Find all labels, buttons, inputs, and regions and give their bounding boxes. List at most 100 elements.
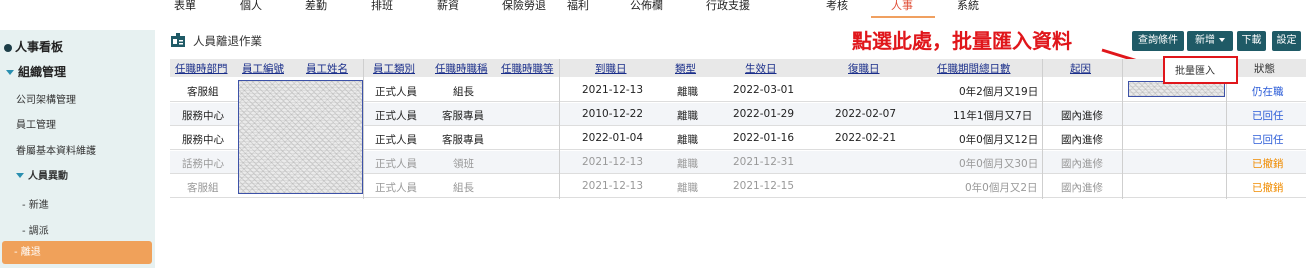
nav-bulletin[interactable]: 公佈欄 — [630, 0, 663, 18]
cell-dept: 客服組 — [187, 86, 219, 98]
query-button[interactable]: 查詢條件 — [1132, 31, 1184, 51]
cell-title: 組長 — [453, 182, 474, 194]
cell-type: 正式人員 — [375, 182, 417, 194]
column-divider — [1122, 59, 1123, 199]
cell-dept: 服務中心 — [182, 110, 224, 122]
cell-type: 正式人員 — [375, 134, 417, 146]
th-emp-no[interactable]: 員工編號 — [242, 61, 284, 76]
cell-status[interactable]: 已撤銷 — [1252, 156, 1284, 171]
cell-effective: 2022-03-01 — [733, 84, 795, 96]
th-return[interactable]: 復職日 — [848, 61, 880, 76]
page-title: 人員離退作業 — [193, 34, 262, 48]
cell-reason: 國內進修 — [1061, 134, 1103, 146]
add-button[interactable]: 新增 — [1187, 31, 1233, 51]
nav-appraisal[interactable]: 考核 — [826, 0, 848, 18]
th-status: 狀態 — [1254, 63, 1275, 75]
cell-title: 組長 — [453, 86, 474, 98]
th-emp-name[interactable]: 員工姓名 — [306, 61, 348, 76]
cell-kind: 離職 — [677, 110, 698, 122]
cell-reason: 國內進修 — [1061, 158, 1103, 170]
nav-salary[interactable]: 薪資 — [437, 0, 459, 18]
th-reason[interactable]: 起因 — [1070, 61, 1091, 76]
th-dept[interactable]: 任職時部門 — [175, 61, 228, 76]
th-effective[interactable]: 生效日 — [745, 61, 777, 76]
column-divider — [559, 59, 560, 199]
sidebar-item-dependents[interactable]: 眷屬基本資料維護 — [16, 142, 171, 157]
cell-dept: 客服組 — [187, 182, 219, 194]
cell-kind: 離職 — [677, 158, 698, 170]
sidebar-section-hr-board[interactable]: 人事看板 — [4, 38, 159, 55]
caret-down-icon — [1219, 38, 1225, 42]
redacted-employee-info — [238, 80, 363, 194]
cell-effective: 2022-01-29 — [733, 108, 795, 120]
th-grade[interactable]: 任職時職等 — [501, 61, 554, 76]
column-divider — [363, 59, 364, 199]
sidebar-group-label: 組織管理 — [18, 65, 67, 79]
sidebar-item-transfer[interactable]: - 調派 — [22, 222, 177, 237]
nav-scheduling[interactable]: 排班 — [371, 0, 393, 18]
cell-days: 11年1個月又7日 — [953, 110, 1033, 122]
cell-reason: 國內進修 — [1061, 110, 1103, 122]
sidebar-item-resignation[interactable]: - 離退 — [2, 241, 152, 264]
cell-effective: 2022-01-16 — [733, 132, 795, 144]
chevron-down-icon — [16, 173, 24, 178]
sidebar-group-org[interactable]: 組織管理 — [6, 63, 161, 80]
cell-effective: 2021-12-31 — [733, 156, 795, 168]
cell-dept: 話務中心 — [182, 158, 224, 170]
download-button[interactable]: 下載 — [1237, 31, 1266, 51]
sidebar-section-label: 人事看板 — [15, 40, 64, 54]
nav-forms[interactable]: 表單 — [174, 0, 196, 18]
cell-kind: 離職 — [677, 86, 698, 98]
cell-kind: 離職 — [677, 134, 698, 146]
cell-effective: 2021-12-15 — [733, 180, 795, 192]
menu-item-batch-import[interactable]: 批量匯入 — [1175, 62, 1215, 77]
nav-admin-support[interactable]: 行政支援 — [706, 0, 750, 18]
chevron-down-icon — [6, 70, 14, 75]
cell-hire: 2021-12-13 — [582, 84, 644, 96]
cell-title: 客服專員 — [442, 134, 484, 146]
cell-hire: 2022-01-04 — [582, 132, 644, 144]
nav-active-underline — [871, 16, 935, 18]
id-card-icon — [171, 33, 185, 47]
th-emp-type[interactable]: 員工類別 — [373, 61, 415, 76]
annotation-callout: 點選此處，批量匯入資料 — [852, 29, 1072, 53]
add-dropdown-menu: 批量匯入 — [1163, 56, 1238, 84]
cell-days: 0年2個月又19日 — [959, 86, 1039, 98]
cell-status[interactable]: 已回任 — [1252, 132, 1284, 147]
th-hire-date[interactable]: 到職日 — [595, 61, 627, 76]
cell-days: 0年0個月又30日 — [959, 158, 1039, 170]
sidebar-subgroup-label: 人員異動 — [28, 171, 68, 182]
cell-type: 正式人員 — [375, 86, 417, 98]
cell-status[interactable]: 已回任 — [1252, 108, 1284, 123]
cell-hire: 2010-12-22 — [582, 108, 644, 120]
sidebar-subgroup-changes[interactable]: 人員異動 — [16, 167, 171, 182]
cell-status[interactable]: 仍在職 — [1252, 84, 1284, 99]
top-nav: 表單 個人 差勤 排班 薪資 保險勞退 福利 公佈欄 行政支援 考核 人事 系統 — [0, 0, 1306, 18]
sidebar-item-org-structure[interactable]: 公司架構管理 — [16, 91, 171, 106]
sidebar: 人事看板 組織管理 公司架構管理 員工管理 眷屬基本資料維護 人員異動 - 新進… — [0, 30, 155, 268]
settings-button[interactable]: 設定 — [1272, 31, 1301, 51]
sidebar-item-employees[interactable]: 員工管理 — [16, 116, 171, 131]
nav-system[interactable]: 系統 — [957, 0, 979, 18]
cell-dept: 服務中心 — [182, 134, 224, 146]
cell-return: 2022-02-21 — [835, 132, 897, 144]
th-title[interactable]: 任職時職稱 — [435, 61, 488, 76]
nav-welfare[interactable]: 福利 — [567, 0, 589, 18]
cell-type: 正式人員 — [375, 110, 417, 122]
table-header: 任職時部門 員工編號 員工姓名 員工類別 任職時職稱 任職時職等 到職日 類型 … — [170, 59, 1306, 77]
cell-status[interactable]: 已撤銷 — [1252, 180, 1284, 195]
cell-days: 0年0個月又2日 — [965, 182, 1038, 194]
nav-personal[interactable]: 個人 — [240, 0, 262, 18]
th-kind[interactable]: 類型 — [675, 61, 696, 76]
cell-reason: 國內進修 — [1061, 182, 1103, 194]
cell-kind: 離職 — [677, 182, 698, 194]
nav-attendance[interactable]: 差勤 — [305, 0, 327, 18]
nav-insurance[interactable]: 保險勞退 — [502, 0, 546, 18]
column-divider — [1042, 59, 1043, 199]
th-total-days[interactable]: 任職期間總日數 — [937, 61, 1011, 76]
cell-type: 正式人員 — [375, 158, 417, 170]
sidebar-item-new-hire[interactable]: - 新進 — [22, 196, 177, 211]
dashboard-icon — [4, 44, 12, 52]
cell-hire: 2021-12-13 — [582, 156, 644, 168]
add-button-label: 新增 — [1195, 35, 1215, 46]
